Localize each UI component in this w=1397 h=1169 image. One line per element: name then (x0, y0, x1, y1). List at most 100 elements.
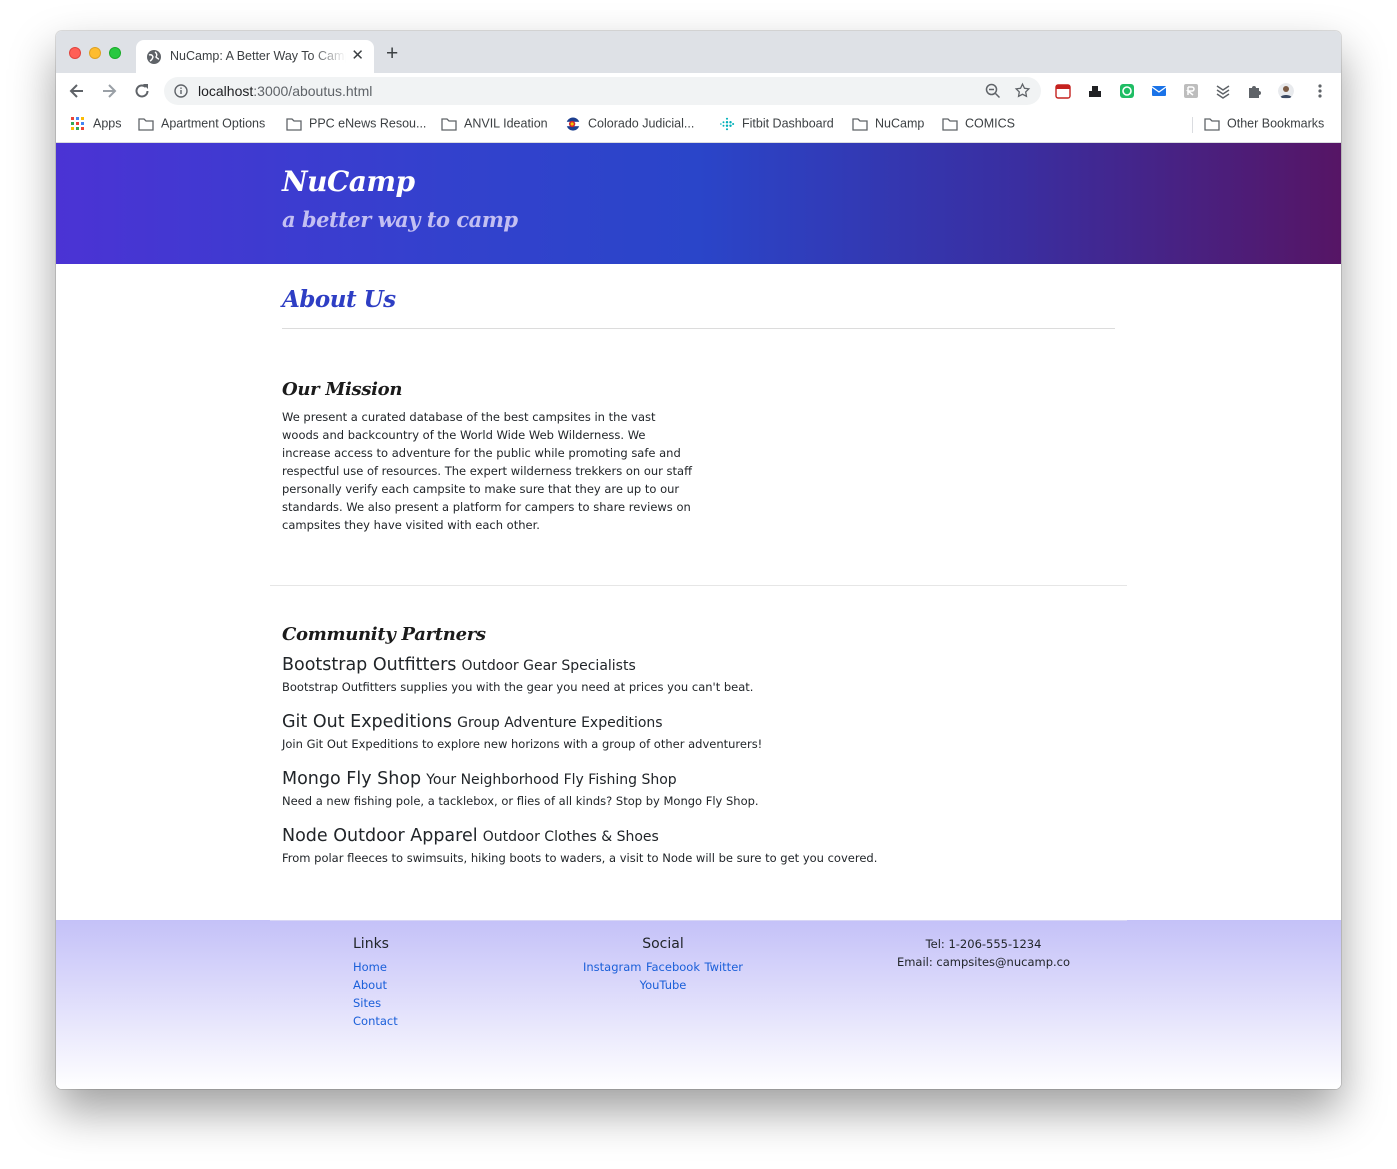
page-title: About Us (282, 286, 396, 313)
footer-divider (270, 920, 1127, 921)
footer-email: Email: campsites@nucamp.co (896, 955, 1071, 969)
title-divider (282, 328, 1115, 329)
footer-contact-column: Tel: 1-206-555-1234 Email: campsites@nuc… (876, 935, 1091, 971)
footer-link-facebook[interactable]: Facebook (646, 960, 700, 974)
partner-tagline: Group Adventure Expeditions (457, 715, 663, 731)
bookmark-nucamp[interactable]: NuCamp (852, 116, 924, 134)
footer-link-twitter[interactable]: Twitter (704, 960, 743, 974)
bookmark-fitbit-dashboard[interactable]: Fitbit Dashboard (719, 116, 834, 134)
zoom-out-icon[interactable] (985, 83, 1001, 99)
site-brand: NuCamp (282, 165, 415, 198)
forward-arrow-icon[interactable] (100, 82, 118, 100)
bookmark-other-bookmarks[interactable]: Other Bookmarks (1204, 116, 1324, 134)
bookmark-apartment-options[interactable]: Apartment Options (138, 116, 265, 134)
footer-social-column: Social Instagram Facebook Twitter YouTub… (559, 936, 767, 994)
inbox-extension-icon[interactable] (1087, 83, 1103, 99)
new-tab-button[interactable]: + (386, 43, 398, 64)
bookmark-label: ANVIL Ideation (464, 116, 548, 131)
folder-icon (441, 118, 457, 131)
section-divider (270, 585, 1127, 586)
minimize-window-button[interactable] (89, 47, 101, 59)
footer-social-heading: Social (642, 936, 684, 952)
mission-heading: Our Mission (282, 379, 403, 400)
site-tagline: a better way to camp (282, 207, 518, 232)
bookmark-label: NuCamp (875, 116, 925, 131)
bookmark-comics[interactable]: COMICS (942, 116, 1015, 134)
address-bar[interactable]: localhost:3000/aboutus.html (164, 77, 1041, 105)
puzzle-extensions-icon[interactable] (1247, 83, 1263, 99)
browser-menu-icon[interactable] (1314, 83, 1326, 99)
footer-link-youtube[interactable]: YouTube (640, 978, 687, 992)
reload-icon[interactable] (133, 82, 151, 100)
folder-icon (852, 118, 868, 131)
bookmark-apps[interactable]: Apps (70, 116, 122, 134)
url-path: :3000/aboutus.html (253, 83, 373, 99)
chevrons-extension-icon[interactable] (1215, 83, 1231, 99)
footer-links-column: Links Home About Sites Contact (353, 936, 398, 1030)
partner-item: Git Out Expeditions Group Adventure Expe… (282, 712, 1182, 751)
apps-grid-icon (71, 116, 84, 130)
partner-name: Bootstrap Outfitters (282, 655, 457, 675)
browser-window: NuCamp: A Better Way To Camp ✕ + localho… (56, 31, 1341, 1089)
footer-link-about[interactable]: About (353, 976, 398, 994)
readwise-extension-icon[interactable] (1183, 83, 1199, 99)
mission-text: We present a curated database of the bes… (282, 410, 692, 532)
profile-avatar-icon[interactable] (1278, 83, 1294, 99)
partner-item: Mongo Fly Shop Your Neighborhood Fly Fis… (282, 769, 1182, 808)
footer-link-home[interactable]: Home (353, 958, 398, 976)
partners-heading: Community Partners (282, 624, 486, 645)
bookmark-label: Apps (93, 116, 122, 131)
bookmark-anvil-ideation[interactable]: ANVIL Ideation (441, 116, 548, 134)
url-host: localhost (198, 83, 254, 99)
footer-phone: Tel: 1-206-555-1234 (925, 937, 1042, 951)
active-tab[interactable]: NuCamp: A Better Way To Camp ✕ (136, 40, 374, 73)
partner-tagline: Outdoor Gear Specialists (461, 658, 636, 674)
folder-icon (286, 118, 302, 131)
fitbit-icon (720, 117, 735, 131)
bookmarks-separator (1192, 117, 1193, 133)
bookmark-colorado-judicial[interactable]: Colorado Judicial... (565, 116, 694, 134)
footer-links-heading: Links (353, 936, 389, 952)
grammar-extension-icon[interactable] (1119, 83, 1135, 99)
bookmark-ppc-enews[interactable]: PPC eNews Resou... (286, 116, 426, 134)
bookmark-label: PPC eNews Resou... (309, 116, 427, 131)
folder-icon (942, 118, 958, 131)
mail-extension-icon[interactable] (1151, 83, 1167, 99)
back-arrow-icon[interactable] (68, 82, 86, 100)
partner-item: Bootstrap Outfitters Outdoor Gear Specia… (282, 655, 1182, 694)
close-tab-icon[interactable]: ✕ (351, 48, 364, 64)
partner-name: Mongo Fly Shop (282, 769, 422, 789)
browser-toolbar: localhost:3000/aboutus.html (56, 73, 1341, 109)
partner-name: Git Out Expeditions (282, 712, 453, 732)
folder-icon (138, 118, 154, 131)
bookmark-label: Other Bookmarks (1227, 116, 1325, 131)
partner-name: Node Outdoor Apparel (282, 826, 478, 846)
site-footer: Links Home About Sites Contact Social In… (56, 920, 1341, 1089)
url-text[interactable]: localhost:3000/aboutus.html (198, 83, 372, 99)
folder-icon (1204, 118, 1220, 131)
page-viewport: NuCamp a better way to camp About Us Our… (56, 143, 1341, 1089)
tab-strip: NuCamp: A Better Way To Camp ✕ + (56, 31, 1341, 73)
colorado-flag-icon (566, 117, 580, 131)
close-window-button[interactable] (69, 47, 81, 59)
bookmark-label: COMICS (965, 116, 1015, 131)
bookmarks-bar: Apps Apartment Options PPC eNews Resou..… (56, 109, 1341, 143)
calendar-extension-icon[interactable] (1055, 83, 1071, 99)
footer-link-sites[interactable]: Sites (353, 994, 398, 1012)
site-header: NuCamp a better way to camp (56, 143, 1341, 264)
partner-description: Join Git Out Expeditions to explore new … (282, 737, 763, 751)
partner-description: Bootstrap Outfitters supplies you with t… (282, 680, 754, 694)
footer-link-instagram[interactable]: Instagram (583, 960, 642, 974)
tab-title: NuCamp: A Better Way To Camp (170, 49, 346, 63)
partner-description: Need a new fishing pole, a tacklebox, or… (282, 794, 759, 808)
partner-tagline: Outdoor Clothes & Shoes (482, 829, 659, 845)
bookmark-label: Fitbit Dashboard (742, 116, 834, 131)
maximize-window-button[interactable] (109, 47, 121, 59)
bookmark-star-icon[interactable] (1014, 82, 1031, 99)
bookmark-label: Apartment Options (161, 116, 266, 131)
footer-link-contact[interactable]: Contact (353, 1012, 398, 1030)
partner-description: From polar fleeces to swimsuits, hiking … (282, 851, 878, 865)
info-icon[interactable] (174, 84, 188, 98)
partner-item: Node Outdoor Apparel Outdoor Clothes & S… (282, 826, 1182, 865)
globe-icon (147, 50, 161, 64)
